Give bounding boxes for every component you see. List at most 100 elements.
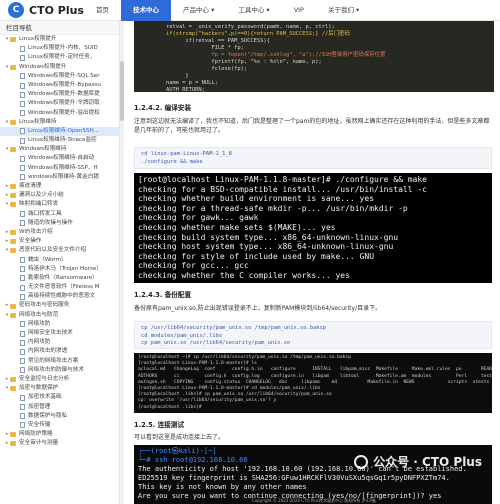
brand-logo[interactable]: C CTO Plus [0, 2, 84, 18]
sidebar-tree-item[interactable]: Windows权限维持-SSP、H [0, 164, 119, 173]
paragraph-test: 可以看到这里是成功连接上去了。 [134, 434, 225, 441]
nav-item[interactable]: 首页 [84, 0, 121, 21]
doc-icon [20, 220, 25, 227]
folder-icon [10, 147, 16, 153]
sidebar-tree-item[interactable]: Windows权限维持-自启动 [0, 154, 119, 163]
doc-icon [20, 348, 25, 355]
sidebar-tree-item[interactable]: ▸ 密码攻击与密码服务 [0, 301, 119, 310]
sidebar-tree-item[interactable]: Windows权限提升-数据库提 [0, 90, 119, 99]
sidebar-tree-label: Linux权限维持-OpenSSH... [28, 127, 99, 134]
code-line: cp pam_unix.so /usr/lib64/security/pam_u… [141, 340, 291, 346]
nav-item[interactable]: 关于我们 ▾ [316, 0, 371, 21]
sidebar-tree-label: Windows权限提升-溢出提权 [28, 109, 100, 116]
nav-item[interactable]: 技术中心 [121, 0, 171, 21]
doc-icon [20, 266, 25, 273]
watermark: 公众号 · CTO Plus [354, 453, 482, 470]
code-line: AUTHORS ci config.h config.log configure… [138, 373, 492, 379]
folder-icon [10, 64, 16, 70]
sidebar-tree-item[interactable]: Linux权限提升-定时任务、 [0, 53, 119, 62]
sidebar-tree-label: Windows权限维持-SSP、H [28, 164, 98, 171]
sidebar-tree-label: WiFi攻击介绍 [19, 228, 53, 235]
sidebar-tree-label: 网络攻击的防御与技术 [28, 366, 84, 373]
sidebar-tree-item[interactable]: ▸ 网络防护策略 [0, 430, 119, 439]
sidebar-tree-item[interactable]: 隧道的攻操与操作 [0, 219, 119, 228]
sidebar-tree-item[interactable]: windows权限维持-黄金白银 [0, 173, 119, 182]
sidebar-tree-item[interactable]: 无文件恶意软件（Fileless M [0, 283, 119, 292]
code-line: cd linux-pam-Linux-PAM-1_1_8 [141, 151, 232, 157]
sidebar-tree-item[interactable]: 加密管理 [0, 403, 119, 412]
sidebar-tree-label: Linux权限提升-内核、SUID [28, 45, 98, 52]
sidebar-tree-item[interactable]: ▾ Linux权限维持 [0, 118, 119, 127]
sidebar-tree-item[interactable]: 网络安全攻击技术 [0, 329, 119, 338]
sidebar-tree-item[interactable]: ▾ 加密与数据保护 [0, 384, 119, 393]
sidebar-tree-item[interactable]: 安全传输 [0, 421, 119, 430]
sidebar-tree-item[interactable]: 常见的网络攻击方案 [0, 357, 119, 366]
folder-icon [10, 312, 16, 318]
sidebar-tree-item[interactable]: Windows权限提升-SQL Ser [0, 72, 119, 81]
sidebar-tree-item[interactable]: ▾ Linux权限提升 [0, 35, 119, 44]
code-line: checking for gcc... gcc [138, 261, 249, 271]
sidebar-tree-item[interactable]: ▾ 映射和端口转发 [0, 200, 119, 209]
sidebar-tree-item[interactable]: 加密技术基础 [0, 393, 119, 402]
doc-icon [20, 330, 25, 337]
sidebar-tree-item[interactable]: 内网攻防 [0, 338, 119, 347]
sidebar-tree-item[interactable]: 端口转发工具 [0, 210, 119, 219]
sidebar-tree-item[interactable]: 数据保护与隐私 [0, 412, 119, 421]
sidebar-tree-label: windows权限维持-黄金白银 [28, 173, 99, 180]
code-line: checking whether build environment is sa… [138, 194, 375, 204]
sidebar-tree-label: Linux权限提升-定时任务、 [28, 54, 96, 61]
sidebar-tree-item[interactable]: Windows权限提升-Bypassu [0, 81, 119, 90]
nav-item[interactable]: 产品中心 ▾ [171, 0, 226, 21]
footer-copyright: Copyright © 2023-2024 CTO Plus技术服务中心 版权所… [252, 498, 376, 503]
doc-icon [20, 413, 25, 420]
code-line: AUTH_RETURN; [140, 87, 205, 92]
sidebar-tree-item[interactable]: ▸ WiFi攻击介绍 [0, 228, 119, 237]
sidebar-tree-label: 内网攻击的渗透 [28, 348, 68, 355]
sidebar-tree-label: Windows权限提升-Bypassu [28, 81, 101, 88]
sidebar-tree-item[interactable]: ▾ 网络攻击与防范 [0, 311, 119, 320]
sidebar-tree-label: 安全传输 [28, 421, 51, 428]
sidebar-tree-item[interactable]: Linux权限提升-内核、SUID [0, 44, 119, 53]
article-content: retval = _unix_verify_password(pamh, nam… [130, 21, 498, 504]
sidebar-tree-item[interactable]: 网络攻防 [0, 320, 119, 329]
sidebar-tree-item[interactable]: 网络攻击的防御与技术 [0, 366, 119, 375]
code-line: if(retval == PAM_SUCCESS){ [140, 38, 270, 44]
sidebar-tree-item[interactable]: 勒索软件（Ransomware） [0, 274, 119, 283]
doc-icon [20, 321, 25, 328]
heading-compile: 1.2.4.2. 编译安装 [134, 104, 192, 112]
sidebar-tree-label: 高级持续性威胁中的恶意文 [28, 293, 96, 300]
sidebar-tree-label: 网络防护策略 [19, 431, 53, 438]
code-line: aclocal.m4 ChangeLog conf config.h.in co… [138, 367, 492, 373]
sidebar-tree-item[interactable]: ▸ 痕迹清理 [0, 182, 119, 191]
folder-icon [10, 202, 16, 208]
sidebar-tree-item[interactable]: Windows权限提升-溢出提权 [0, 109, 119, 118]
sidebar-tree-item[interactable]: ▸ 安全审计与测量 [0, 439, 119, 448]
sidebar-tree-label: Linux权限提升 [19, 36, 57, 42]
sidebar-tree-item[interactable]: 内网攻击的渗透 [0, 347, 119, 356]
folder-icon [10, 184, 16, 190]
sidebar-tree-item[interactable]: ▾ 恶意代码以及安全文件介绍 [0, 246, 119, 255]
sidebar-tree-item[interactable]: ▸ 安全监控与日志分析 [0, 375, 119, 384]
sidebar-tree-item[interactable]: 特洛伊木马（Trojan Horse） [0, 265, 119, 274]
sidebar-tree-item[interactable]: ▾ Windows权限提升 [0, 63, 119, 72]
nav-item[interactable]: VIP [282, 0, 316, 21]
doc-icon [20, 404, 25, 411]
sidebar-tree-item[interactable]: Linux权限维持-Strace监控 [0, 136, 119, 145]
sidebar-tree-item[interactable]: ▸ 安全操作 [0, 237, 119, 246]
sidebar-tree-item[interactable]: Windows权限提升-令牌窃取 [0, 99, 119, 108]
code-line: [root@localhost .libs]# [138, 404, 205, 410]
sidebar-tree-item[interactable]: 高级持续性威胁中的恶意文 [0, 292, 119, 301]
top-navigation: C CTO Plus 首页 技术中心 产品中心 ▾ 工具中心 ▾ VIP 关于我们 ▾ [0, 0, 500, 21]
sidebar-scrollbar[interactable] [120, 21, 124, 504]
nav-menu: 首页 技术中心 产品中心 ▾ 工具中心 ▾ VIP 关于我们 ▾ [84, 0, 371, 21]
folder-icon [10, 386, 16, 392]
sidebar-tree-item[interactable]: ▸ 漏洞以及少点小结 [0, 191, 119, 200]
nav-item[interactable]: 工具中心 ▾ [226, 0, 281, 21]
sidebar-tree-item[interactable]: Linux权限维持-OpenSSH... [0, 126, 119, 137]
folder-icon [10, 239, 16, 245]
sidebar-tree-label: 网络攻防 [28, 320, 51, 327]
scrollbar-thumb[interactable] [120, 61, 124, 121]
sidebar-tree-item[interactable]: 蠕虫（Worm） [0, 256, 119, 265]
sidebar-tree-item[interactable]: ▾ Windows权限维持 [0, 145, 119, 154]
doc-icon [20, 165, 25, 172]
